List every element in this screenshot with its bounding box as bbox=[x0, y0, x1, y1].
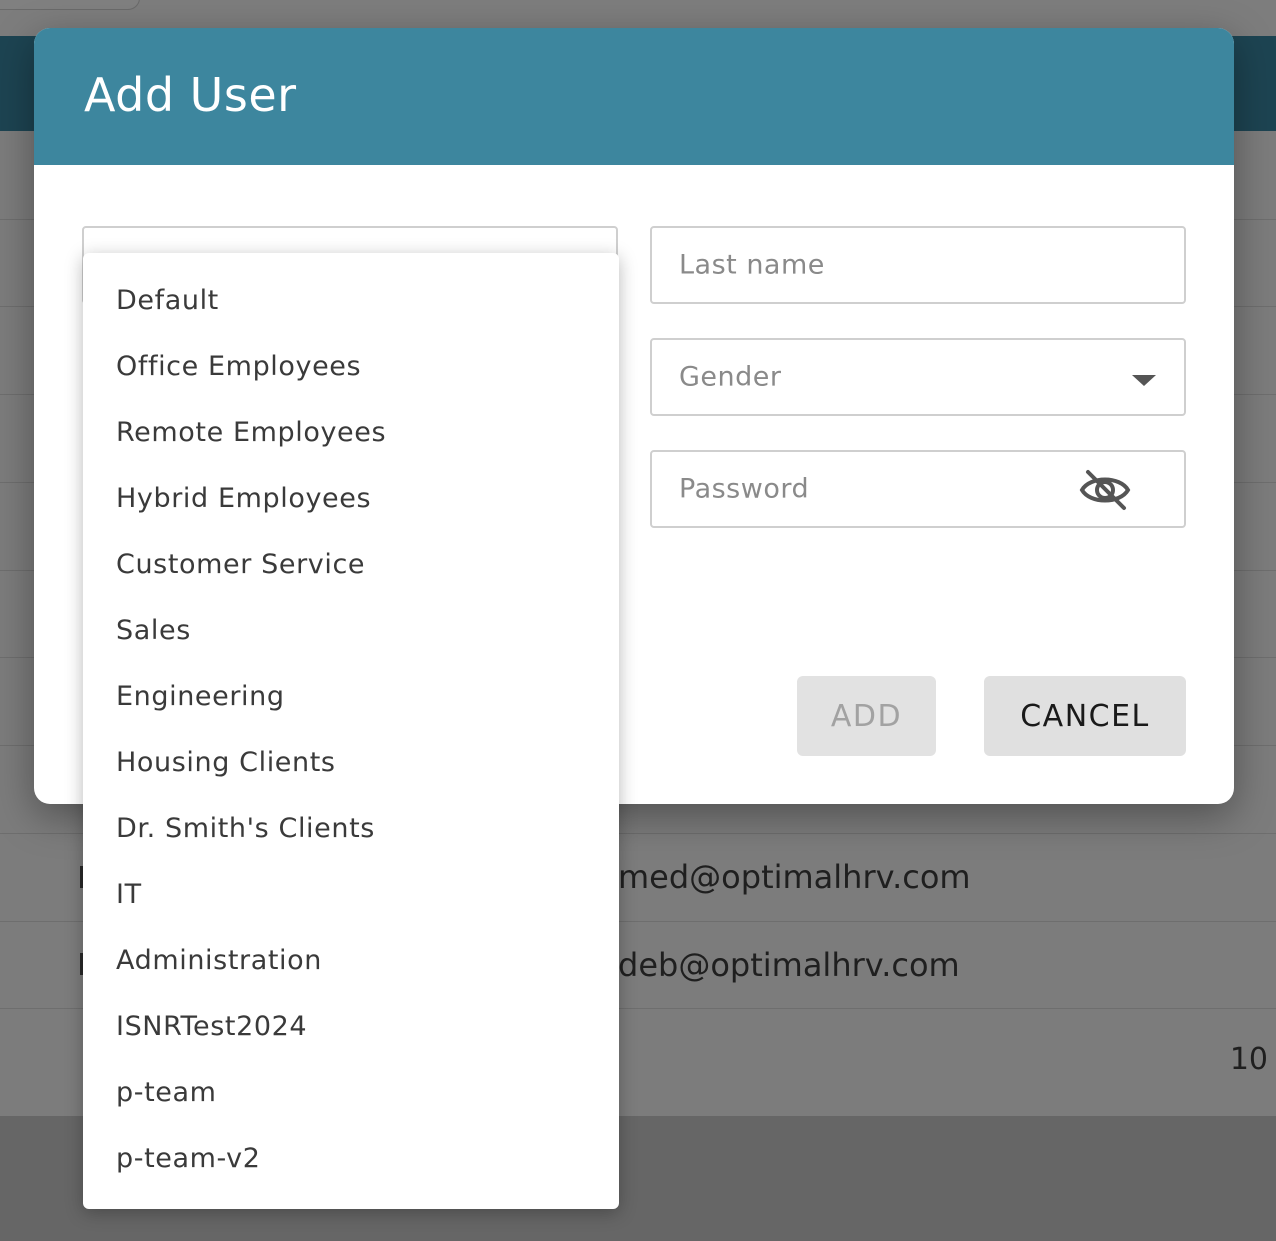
dropdown-option[interactable]: p-team-v2 bbox=[83, 1125, 619, 1191]
cancel-button[interactable]: CANCEL bbox=[984, 676, 1186, 756]
last-name-field[interactable]: Last name bbox=[650, 226, 1186, 304]
dialog-header: Add User bbox=[34, 28, 1234, 165]
dropdown-option[interactable]: Default bbox=[83, 267, 619, 333]
dropdown-option[interactable]: p-team bbox=[83, 1059, 619, 1125]
dropdown-option[interactable]: Office Employees bbox=[83, 333, 619, 399]
password-placeholder: Password bbox=[679, 473, 810, 505]
background-email: deb@optimalhrv.com bbox=[618, 946, 960, 984]
dropdown-option[interactable]: Engineering bbox=[83, 663, 619, 729]
background-page-count: 10 bbox=[1229, 1042, 1268, 1077]
add-button[interactable]: ADD bbox=[797, 676, 936, 756]
group-dropdown-menu: Default Office Employees Remote Employee… bbox=[83, 253, 619, 1209]
dropdown-option[interactable]: Administration bbox=[83, 927, 619, 993]
dropdown-option[interactable]: Housing Clients bbox=[83, 729, 619, 795]
dropdown-option[interactable]: Remote Employees bbox=[83, 399, 619, 465]
eye-off-icon[interactable] bbox=[1078, 468, 1132, 512]
dropdown-option[interactable]: ISNRTest2024 bbox=[83, 993, 619, 1059]
background-email: med@optimalhrv.com bbox=[618, 858, 971, 896]
dropdown-option[interactable]: Customer Service bbox=[83, 531, 619, 597]
dropdown-option[interactable]: Sales bbox=[83, 597, 619, 663]
gender-placeholder: Gender bbox=[679, 361, 782, 393]
last-name-placeholder: Last name bbox=[679, 249, 825, 281]
dropdown-option[interactable]: IT bbox=[83, 861, 619, 927]
dropdown-option[interactable]: Dr. Smith's Clients bbox=[83, 795, 619, 861]
background-search-pill bbox=[0, 0, 140, 10]
gender-select[interactable]: Gender bbox=[650, 338, 1186, 416]
chevron-down-icon bbox=[1132, 375, 1156, 386]
dialog-title: Add User bbox=[84, 68, 297, 122]
dropdown-option[interactable]: Hybrid Employees bbox=[83, 465, 619, 531]
password-field[interactable]: Password bbox=[650, 450, 1186, 528]
